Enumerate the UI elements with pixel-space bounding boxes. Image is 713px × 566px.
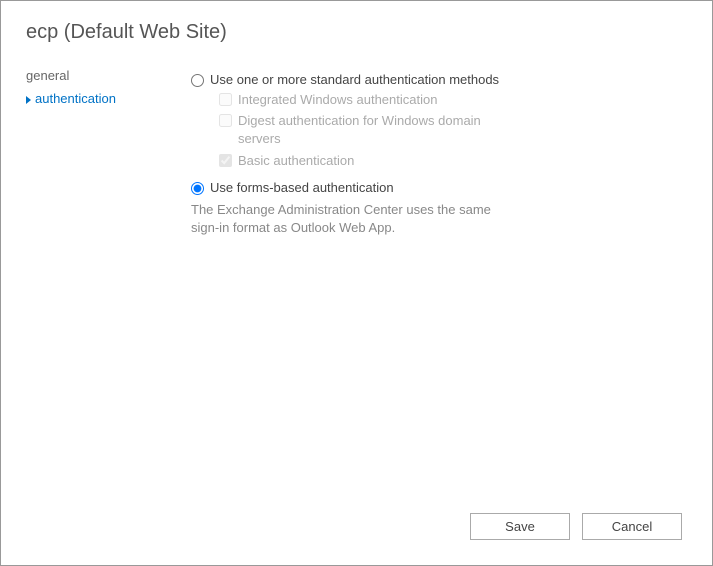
content-area: general authentication Use one or more s… — [1, 64, 712, 237]
radio-standard-auth-input[interactable] — [191, 74, 204, 87]
standard-auth-options: Integrated Windows authentication Digest… — [219, 91, 682, 170]
radio-forms-auth-label: Use forms-based authentication — [210, 180, 394, 195]
checkbox-label: Digest authentication for Windows domain… — [238, 112, 519, 148]
checkbox-label: Integrated Windows authentication — [238, 91, 437, 109]
header: ecp (Default Web Site) — [1, 1, 712, 44]
checkbox-integrated-windows-input — [219, 93, 232, 106]
checkbox-digest-auth: Digest authentication for Windows domain… — [219, 112, 519, 148]
radio-forms-auth[interactable]: Use forms-based authentication — [191, 180, 682, 195]
page-title: ecp (Default Web Site) — [26, 21, 712, 44]
main-panel: Use one or more standard authentication … — [191, 64, 712, 237]
radio-standard-auth[interactable]: Use one or more standard authentication … — [191, 72, 682, 87]
caret-right-icon — [26, 96, 31, 104]
sidebar-item-authentication[interactable]: authentication — [26, 87, 191, 110]
checkbox-basic-auth: Basic authentication — [219, 152, 519, 170]
forms-auth-help-text: The Exchange Administration Center uses … — [191, 201, 501, 237]
footer: Save Cancel — [470, 513, 682, 540]
sidebar-item-label: general — [26, 68, 69, 83]
sidebar-item-general[interactable]: general — [26, 64, 191, 87]
checkbox-digest-auth-input — [219, 114, 232, 127]
radio-standard-auth-label: Use one or more standard authentication … — [210, 72, 499, 87]
radio-forms-auth-input[interactable] — [191, 182, 204, 195]
cancel-button[interactable]: Cancel — [582, 513, 682, 540]
sidebar-item-label: authentication — [35, 91, 116, 106]
checkbox-basic-auth-input — [219, 154, 232, 167]
checkbox-label: Basic authentication — [238, 152, 354, 170]
checkbox-integrated-windows: Integrated Windows authentication — [219, 91, 519, 109]
sidebar: general authentication — [1, 64, 191, 237]
save-button[interactable]: Save — [470, 513, 570, 540]
